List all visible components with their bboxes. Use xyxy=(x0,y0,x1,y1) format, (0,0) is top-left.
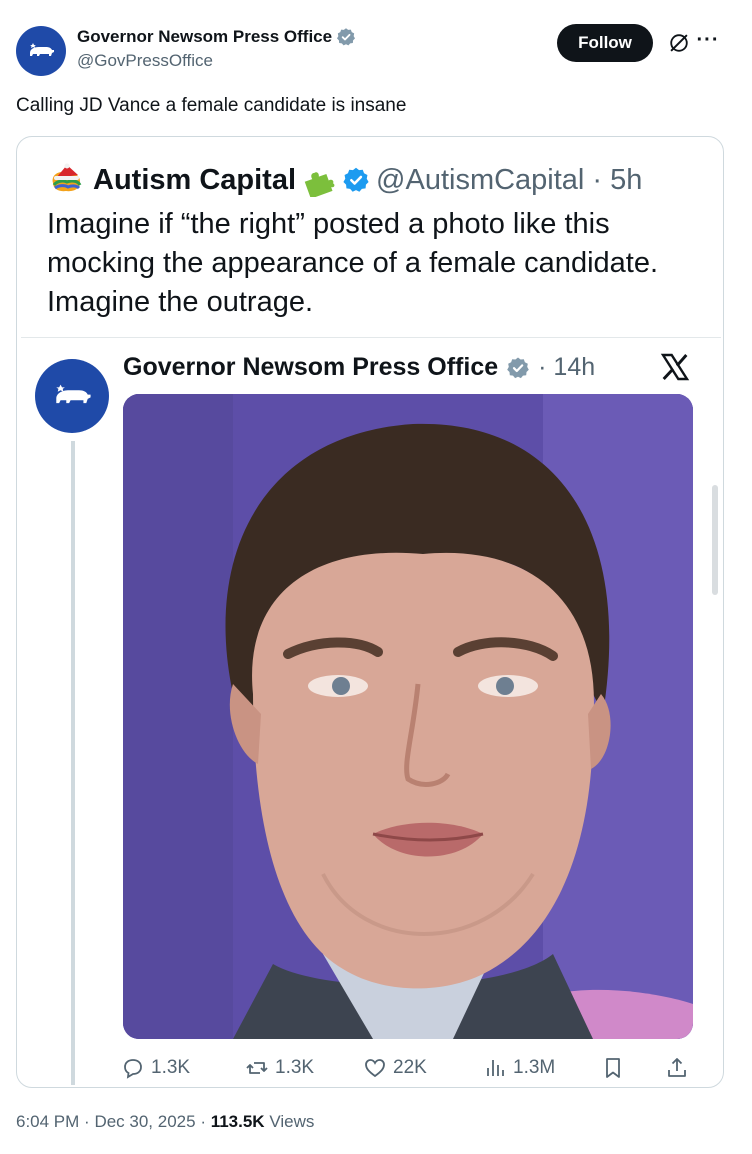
quoted-tweet-screenshot: Autism Capital @AutismCapital · 5h Imagi… xyxy=(21,141,721,1085)
california-bear-icon xyxy=(30,43,54,56)
author-name-block: Governor Newsom Press Office @GovPressOf… xyxy=(77,26,356,71)
views-total: 113.5K xyxy=(210,1112,265,1131)
meta-separator: · xyxy=(84,1112,95,1131)
verified-badge-icon xyxy=(337,28,356,46)
tweet-header: Governor Newsom Press Office @GovPressOf… xyxy=(16,20,736,76)
x-logo-icon xyxy=(660,353,690,381)
inner-post-time: · 14h xyxy=(538,353,596,381)
author-avatar[interactable] xyxy=(16,26,66,76)
views-label: Views xyxy=(269,1112,315,1131)
follow-button[interactable]: Follow xyxy=(557,24,653,62)
reply-action: 1.3K xyxy=(121,1056,190,1080)
puzzle-piece-icon xyxy=(304,172,335,197)
bookmark-action xyxy=(601,1056,625,1080)
inner-author-name: Governor Newsom Press Office xyxy=(123,353,499,381)
repost-count: 1.3K xyxy=(275,1057,315,1078)
quoted-actions-bar: 1.3K 1.3K 22K 1.3M xyxy=(121,1051,701,1085)
repost-icon xyxy=(246,1062,268,1074)
thread-line xyxy=(71,441,75,1085)
inner-author-row: Governor Newsom Press Office · 14h xyxy=(123,353,595,382)
grok-icon[interactable] xyxy=(668,32,690,54)
tweet-date[interactable]: Dec 30, 2025 xyxy=(94,1112,195,1131)
reply-count: 1.3K xyxy=(151,1057,191,1078)
quoted-author-name: Autism Capital xyxy=(93,163,297,196)
share-icon xyxy=(668,1058,686,1077)
like-action: 22K xyxy=(363,1056,427,1080)
quoted-tweet-text: Imagine if “the right” posted a photo li… xyxy=(47,208,659,318)
california-bear-icon xyxy=(56,384,91,404)
rainbow-brain-santa-hat-icon xyxy=(52,163,82,192)
inner-author-avatar xyxy=(35,359,109,433)
author-handle[interactable]: @GovPressOffice xyxy=(77,51,356,71)
quoted-author-row: Autism Capital @AutismCapital · 5h xyxy=(47,163,642,197)
tweet-media[interactable]: Autism Capital @AutismCapital · 5h Imagi… xyxy=(16,136,724,1088)
views-count: 1.3M xyxy=(513,1057,556,1078)
like-count: 22K xyxy=(393,1057,427,1078)
views-action: 1.3M xyxy=(483,1056,555,1080)
reply-icon xyxy=(124,1059,142,1079)
heart-icon xyxy=(365,1059,385,1078)
screenshot-scrollbar xyxy=(712,485,718,595)
author-display-name[interactable]: Governor Newsom Press Office xyxy=(77,27,332,47)
divider xyxy=(21,337,721,338)
verified-badge-icon xyxy=(343,167,369,192)
share-action xyxy=(665,1056,689,1080)
tweet-meta: 6:04 PM · Dec 30, 2025 · 113.5K Views xyxy=(16,1112,314,1132)
verified-badge-icon xyxy=(507,357,529,378)
more-options-icon[interactable]: ··· xyxy=(696,28,720,52)
portrait-photo xyxy=(123,394,693,1039)
tweet-text: Calling JD Vance a female candidate is i… xyxy=(16,95,407,116)
bookmark-icon xyxy=(606,1058,620,1078)
repost-action: 1.3K xyxy=(245,1056,314,1080)
meta-separator: · xyxy=(200,1112,211,1131)
tweet-time[interactable]: 6:04 PM xyxy=(16,1112,79,1131)
portrait-illustration xyxy=(123,394,693,1039)
quoted-author-handle-time: @AutismCapital · 5h xyxy=(376,163,643,196)
views-chart-icon xyxy=(487,1060,504,1076)
